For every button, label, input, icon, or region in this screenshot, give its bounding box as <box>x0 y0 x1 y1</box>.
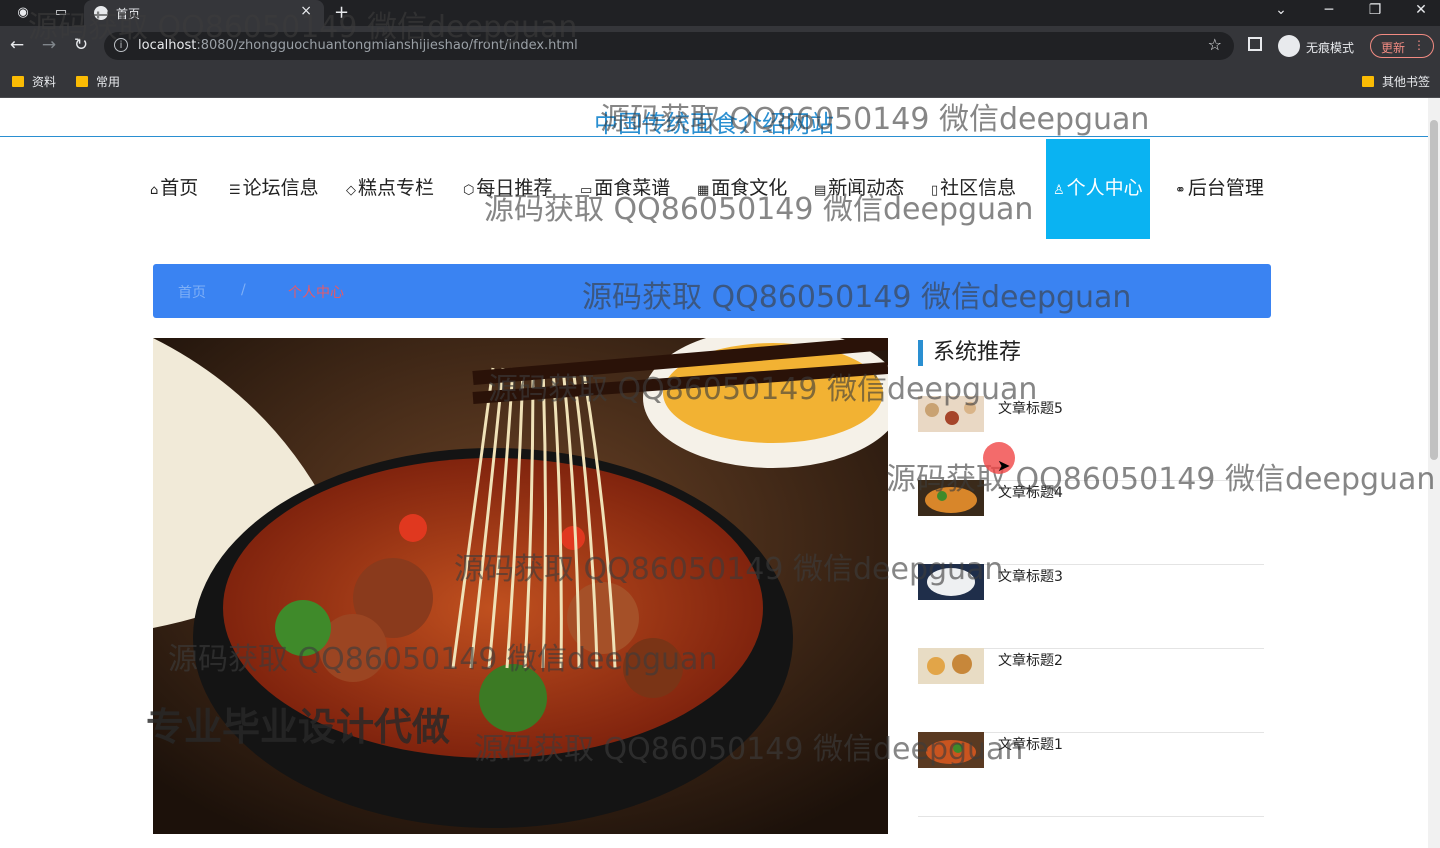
nav-item-user-center[interactable]: ♙ 个人中心 <box>1046 139 1150 239</box>
nav-item-forum[interactable]: ☰ 论坛信息 <box>229 139 319 239</box>
recommend-item[interactable]: 文章标题1 <box>918 732 1264 817</box>
forum-icon: ☰ <box>229 183 241 198</box>
bookmark-folder-ziliao[interactable]: 资料 <box>12 73 56 90</box>
bookmarks-bar: 资料 常用 其他书签 <box>0 66 1440 98</box>
folder-icon <box>12 76 24 87</box>
browser-app-icon[interactable]: ◉ <box>14 4 32 22</box>
nav-item-recipes[interactable]: ▭ 面食菜谱 <box>580 139 670 239</box>
tab-title: 首页 <box>116 7 141 21</box>
nav-item-pastry[interactable]: ◇ 糕点专栏 <box>346 139 434 239</box>
side-panel-icon[interactable] <box>1248 37 1262 51</box>
breadcrumb-separator: / <box>241 282 246 298</box>
mouse-pointer-icon: ➤ <box>997 456 1011 475</box>
tag-icon: ◇ <box>346 183 356 198</box>
article-title[interactable]: 文章标题3 <box>998 566 1063 586</box>
incognito-icon <box>1278 35 1300 57</box>
back-arrow-icon[interactable]: ← <box>6 35 28 55</box>
community-icon: ▯ <box>931 183 939 198</box>
bookmark-folder-changyong[interactable]: 常用 <box>76 73 120 90</box>
link-icon: ⚭ <box>1175 183 1186 198</box>
nav-item-culture[interactable]: ▦ 面食文化 <box>697 139 787 239</box>
nav-item-home[interactable]: ⌂ 首页 <box>150 139 198 239</box>
hero-noodle-image <box>153 338 888 834</box>
nav-item-daily-recommend[interactable]: ⬡ 每日推荐 <box>463 139 552 239</box>
home-icon: ⌂ <box>150 183 159 198</box>
address-bar[interactable]: i localhost:8080/zhongguochuantongmiansh… <box>104 32 1234 60</box>
article-thumbnail <box>918 732 984 768</box>
sidebar-title: 系统推荐 <box>918 340 1021 366</box>
article-title[interactable]: 文章标题4 <box>998 482 1063 502</box>
scrollbar-thumb[interactable] <box>1430 120 1438 460</box>
tab-close-icon[interactable]: × <box>300 3 312 19</box>
new-tab-button[interactable]: + <box>334 2 349 23</box>
folder-icon <box>1362 76 1374 87</box>
nav-item-community[interactable]: ▯ 社区信息 <box>931 139 1016 239</box>
web-page: 中国传统面食介绍网站 ⌂ 首页 ☰ 论坛信息 ◇ 糕点专栏 ⬡ 每日推荐 ▭ 面食菜谱 ▦… <box>0 98 1428 848</box>
user-icon: ♙ <box>1053 183 1065 198</box>
news-icon: ▤ <box>814 183 827 198</box>
tab-list-chevron-icon[interactable]: ⌄ <box>1266 2 1296 18</box>
recommend-item[interactable]: 文章标题2 <box>918 648 1264 733</box>
browser-titlebar: ◉ ▭ 首页 × + ⌄ ─ ❐ ✕ <box>0 0 1440 26</box>
article-title[interactable]: 文章标题5 <box>998 398 1063 418</box>
globe-icon <box>94 6 108 20</box>
article-title[interactable]: 文章标题1 <box>998 734 1063 754</box>
recommend-item[interactable]: 文章标题4 <box>918 480 1264 565</box>
menu-dots-icon: ⋮ <box>1413 38 1425 52</box>
article-thumbnail <box>918 480 984 516</box>
browser-tab[interactable]: 首页 × <box>84 0 324 26</box>
article-thumbnail <box>918 648 984 684</box>
breadcrumb-home[interactable]: 首页 <box>178 282 206 302</box>
update-button[interactable]: 更新 ⋮ <box>1370 34 1434 58</box>
article-thumbnail <box>918 396 984 432</box>
noodle-bowl-illustration <box>153 338 888 834</box>
forward-arrow-icon[interactable]: → <box>38 35 60 55</box>
folder-icon <box>76 76 88 87</box>
breadcrumb-current: 个人中心 <box>288 285 344 301</box>
article-title[interactable]: 文章标题2 <box>998 650 1063 670</box>
title-divider <box>0 136 1428 137</box>
bookmark-folder-other[interactable]: 其他书签 <box>1362 73 1430 90</box>
article-thumbnail <box>918 564 984 600</box>
browser-toolbar: ← → ↻ i localhost:8080/zhongguochuantong… <box>0 26 1440 66</box>
minimize-button[interactable]: ─ <box>1314 2 1344 18</box>
site-title: 中国传统面食介绍网站 <box>594 110 834 138</box>
site-info-icon[interactable]: i <box>114 38 128 52</box>
nav-item-news[interactable]: ▤ 新闻动态 <box>814 139 904 239</box>
reload-icon[interactable]: ↻ <box>70 35 92 55</box>
culture-icon: ▦ <box>697 183 710 198</box>
tab-search-icon[interactable]: ▭ <box>52 4 70 22</box>
bookmark-star-icon[interactable]: ☆ <box>1208 35 1222 54</box>
nav-item-admin[interactable]: ⚭ 后台管理 <box>1175 139 1264 239</box>
close-window-button[interactable]: ✕ <box>1406 2 1436 18</box>
recommend-item[interactable]: 文章标题5 <box>918 396 1264 481</box>
url-text[interactable]: localhost:8080/zhongguochuantongmianshij… <box>138 38 578 53</box>
recommend-item[interactable]: 文章标题3 <box>918 564 1264 649</box>
cube-icon: ⬡ <box>463 183 475 198</box>
page-scrollbar[interactable] <box>1428 98 1440 848</box>
restore-button[interactable]: ❐ <box>1360 2 1390 18</box>
recipe-icon: ▭ <box>580 183 593 198</box>
breadcrumb: 首页 / 个人中心 <box>153 264 1271 318</box>
